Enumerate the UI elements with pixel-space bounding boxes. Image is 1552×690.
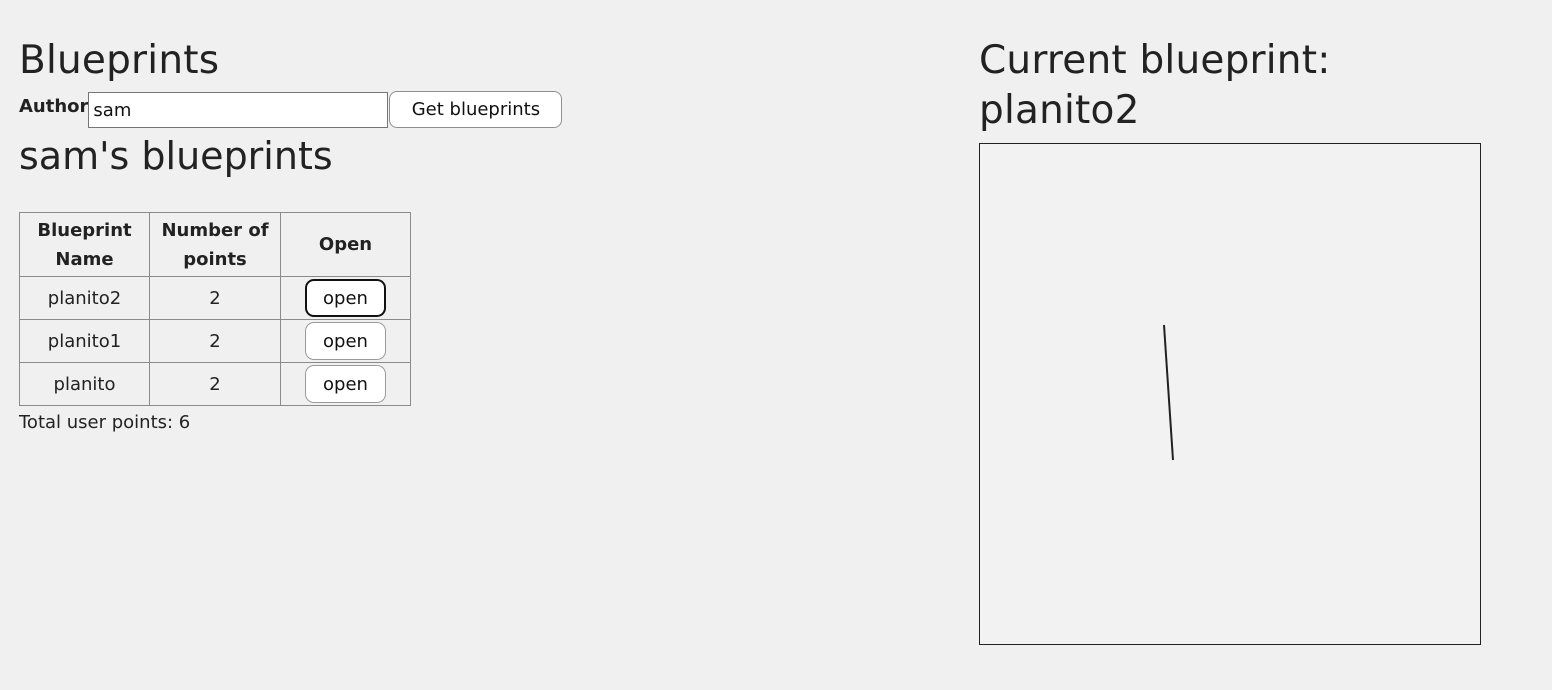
column-header-open: Open — [280, 212, 411, 277]
open-button[interactable]: open — [305, 279, 386, 317]
blueprint-name-cell: planito2 — [19, 276, 150, 320]
points-cell: 2 — [149, 319, 281, 363]
column-header-name: Blueprint Name — [19, 212, 150, 277]
table-header-row: Blueprint Name Number of points Open — [19, 212, 411, 277]
blueprint-canvas[interactable] — [979, 143, 1481, 645]
blueprint-line — [1163, 324, 1174, 461]
blueprints-table: Blueprint Name Number of points Open pla… — [19, 212, 411, 406]
total-user-points: Total user points: 6 — [19, 412, 191, 433]
author-label: Author — [19, 96, 89, 117]
column-header-points: Number of points — [149, 212, 281, 277]
blueprint-drawing — [1163, 324, 1174, 461]
open-button[interactable]: open — [305, 322, 386, 360]
current-blueprint-panel: Current blueprint: planito2 — [979, 36, 1499, 645]
table-row: planito1 2 open — [19, 319, 411, 363]
open-button[interactable]: open — [305, 365, 386, 403]
author-blueprints-heading: sam's blueprints — [19, 134, 333, 178]
blueprint-name-cell: planito — [19, 362, 150, 406]
current-blueprint-title: Current blueprint: planito2 — [979, 38, 1331, 133]
table-row: planito 2 open — [19, 362, 411, 406]
blueprints-panel: Blueprints Author Get blueprints sam's b… — [19, 36, 619, 438]
get-blueprints-button[interactable]: Get blueprints — [389, 91, 563, 128]
table-row: planito2 2 open — [19, 276, 411, 320]
points-cell: 2 — [149, 362, 281, 406]
author-search-row: Author Get blueprints — [19, 91, 619, 130]
open-cell: open — [280, 362, 411, 406]
open-cell: open — [280, 319, 411, 363]
points-cell: 2 — [149, 276, 281, 320]
blueprint-name-cell: planito1 — [19, 319, 150, 363]
page-title: Blueprints — [19, 38, 220, 83]
author-input[interactable] — [88, 92, 389, 128]
open-cell: open — [280, 276, 411, 320]
